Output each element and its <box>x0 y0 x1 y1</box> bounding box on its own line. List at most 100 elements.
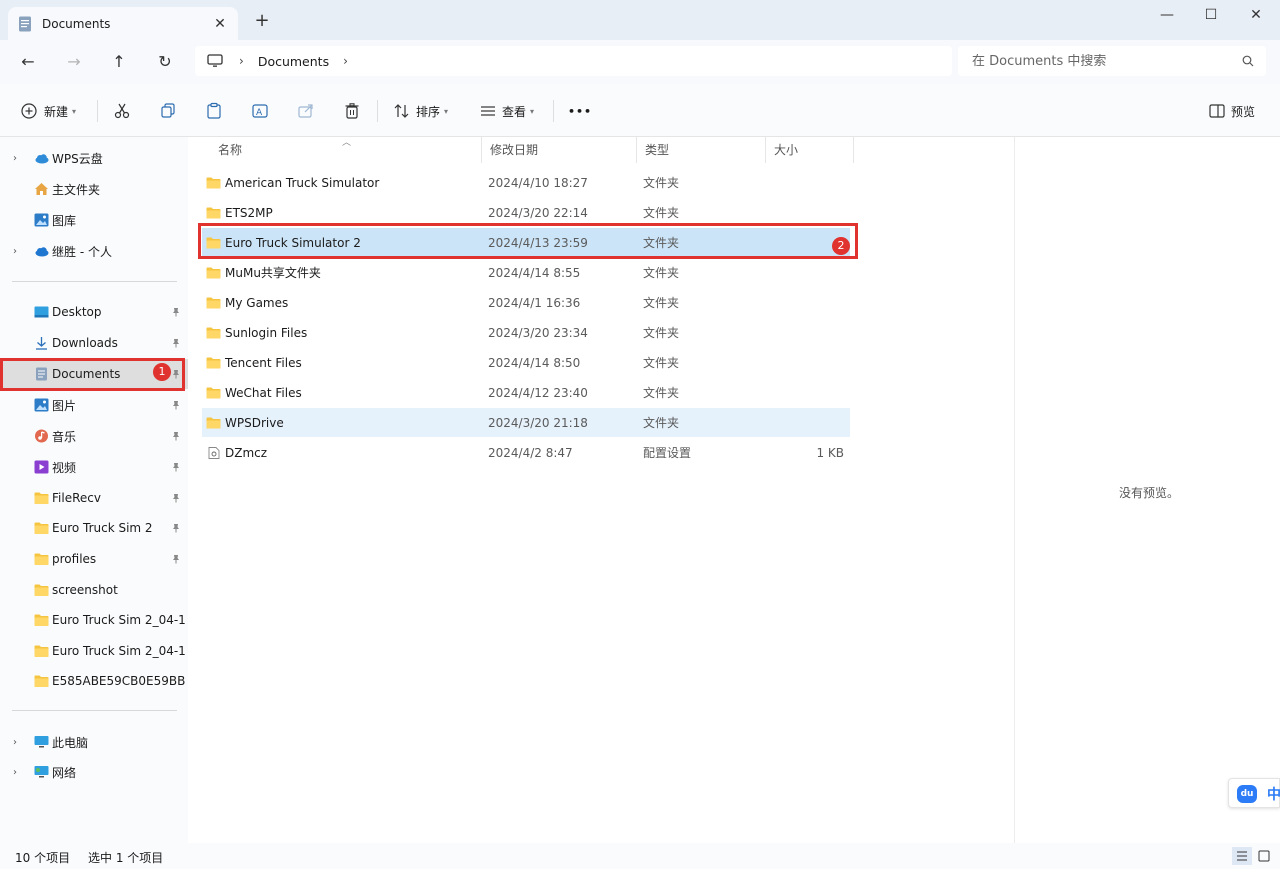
plus-circle-icon <box>21 103 37 119</box>
status-bar: 10 个项目 选中 1 个项目 <box>0 843 1280 869</box>
search-box[interactable] <box>958 46 1266 76</box>
breadcrumb-chevron-icon[interactable]: › <box>343 54 348 68</box>
sidebar-item-ets2-04-12[interactable]: Euro Truck Sim 2_04-12- <box>0 605 188 635</box>
file-row-hover[interactable]: WPSDrive 2024/3/20 21:18 文件夹 <box>202 408 850 437</box>
search-input[interactable] <box>972 53 1242 69</box>
toolbar-divider <box>97 100 98 122</box>
sidebar-item-this-pc[interactable]: › 此电脑 <box>0 727 188 757</box>
pin-icon[interactable] <box>171 431 181 441</box>
sidebar-item-downloads[interactable]: Downloads <box>0 328 188 358</box>
this-pc-icon <box>34 736 49 748</box>
up-button[interactable]: ↑ <box>105 50 133 74</box>
clipboard-icon <box>207 102 221 119</box>
toolbar-divider <box>553 100 554 122</box>
sidebar-item-label: screenshot <box>52 583 118 597</box>
column-header-type[interactable]: 类型 <box>637 137 766 163</box>
item-count: 10 个项目 <box>15 851 71 865</box>
folder-icon <box>34 614 49 626</box>
sort-button[interactable]: 排序 ▾ <box>393 97 448 125</box>
folder-icon <box>34 492 49 504</box>
sidebar-item-videos[interactable]: 视频 <box>0 452 188 482</box>
column-header-name[interactable]: 名称 <box>210 137 482 163</box>
address-bar[interactable]: › Documents › <box>195 46 952 76</box>
file-date: 2024/4/1 16:36 <box>488 295 581 310</box>
file-name: DZmcz <box>225 445 268 460</box>
close-window-button[interactable]: ✕ <box>1233 4 1279 26</box>
chevron-down-icon: ▾ <box>530 106 535 116</box>
pin-icon[interactable] <box>171 462 181 472</box>
forward-button[interactable]: → <box>60 50 88 74</box>
file-type: 文件夹 <box>643 206 680 220</box>
new-tab-button[interactable]: + <box>252 11 272 31</box>
file-row[interactable]: American Truck Simulator 2024/4/10 18:27… <box>202 168 850 197</box>
sidebar-item-music[interactable]: 音乐 <box>0 421 188 451</box>
file-row[interactable]: MuMu共享文件夹 2024/4/14 8:55 文件夹 <box>202 258 850 287</box>
sidebar-item-profiles[interactable]: profiles <box>0 544 188 574</box>
sidebar-item-e585abe[interactable]: E585ABE59CB0E59BBEE <box>0 666 188 696</box>
tab-close-icon[interactable]: ✕ <box>212 16 228 32</box>
sidebar-item-onedrive[interactable]: › 继胜 - 个人 <box>0 236 188 266</box>
command-bar: 新建 ▾ A 排序 ▾ 查看 ▾ ••• 预览 <box>0 84 1280 137</box>
sidebar-item-screenshot[interactable]: screenshot <box>0 575 188 605</box>
file-type: 文件夹 <box>643 296 680 310</box>
column-header-modified[interactable]: 修改日期 <box>482 137 637 163</box>
share-button[interactable] <box>297 97 315 125</box>
sidebar-item-pictures[interactable]: 图片 <box>0 390 188 420</box>
file-name: MuMu共享文件夹 <box>225 266 321 280</box>
breadcrumb-chevron-icon[interactable]: › <box>239 54 244 68</box>
minimize-button[interactable]: — <box>1144 4 1190 26</box>
view-button[interactable]: 查看 ▾ <box>479 97 534 125</box>
video-icon <box>34 460 49 474</box>
back-button[interactable]: ← <box>14 50 42 74</box>
pin-icon[interactable] <box>171 493 181 503</box>
sidebar-item-label: Downloads <box>52 336 118 350</box>
pin-icon[interactable] <box>171 307 181 317</box>
more-options-button[interactable]: ••• <box>568 97 592 125</box>
pin-icon[interactable] <box>171 523 181 533</box>
preview-pane-button[interactable]: 预览 <box>1208 97 1255 125</box>
chevron-right-icon[interactable]: › <box>13 246 17 257</box>
refresh-button[interactable]: ↻ <box>151 50 179 74</box>
chevron-right-icon[interactable]: › <box>13 737 17 748</box>
file-row[interactable]: DZmcz 2024/4/2 8:47 配置设置 1 KB <box>202 438 850 467</box>
sidebar-item-desktop[interactable]: Desktop <box>0 297 188 327</box>
cut-button[interactable] <box>113 97 131 125</box>
file-row[interactable]: Tencent Files 2024/4/14 8:50 文件夹 <box>202 348 850 377</box>
sidebar-item-wps-cloud[interactable]: › WPS云盘 <box>0 143 188 173</box>
details-view-icon[interactable] <box>1232 847 1252 865</box>
paste-button[interactable] <box>205 97 223 125</box>
new-button[interactable]: 新建 ▾ <box>20 97 76 125</box>
pin-icon[interactable] <box>171 400 181 410</box>
tiles-view-icon[interactable] <box>1254 847 1274 865</box>
sidebar-item-euro-truck-sim-2[interactable]: Euro Truck Sim 2 <box>0 513 188 543</box>
sidebar-item-home[interactable]: 主文件夹 <box>0 174 188 204</box>
ime-indicator[interactable]: du 中 <box>1228 778 1280 808</box>
sidebar-item-gallery[interactable]: 图库 <box>0 205 188 235</box>
sidebar-item-ets2-04-13[interactable]: Euro Truck Sim 2_04-13- <box>0 636 188 666</box>
tab-documents[interactable]: Documents ✕ <box>8 7 238 40</box>
chevron-right-icon[interactable]: › <box>13 153 17 164</box>
folder-icon <box>206 267 221 278</box>
file-row[interactable]: WeChat Files 2024/4/12 23:40 文件夹 <box>202 378 850 407</box>
pin-icon[interactable] <box>171 554 181 564</box>
search-icon[interactable] <box>1242 55 1254 67</box>
breadcrumb-documents[interactable]: Documents <box>258 54 329 69</box>
column-header-size[interactable]: 大小 <box>766 137 854 163</box>
copy-button[interactable] <box>159 97 177 125</box>
maximize-button[interactable]: ☐ <box>1188 4 1234 26</box>
file-date: 2024/4/12 23:40 <box>488 385 588 400</box>
folder-icon <box>206 357 221 368</box>
sidebar-item-network[interactable]: › 网络 <box>0 757 188 787</box>
folder-icon <box>206 177 221 188</box>
chevron-down-icon: ▾ <box>72 106 77 116</box>
file-type: 文件夹 <box>643 416 680 430</box>
rename-button[interactable]: A <box>251 97 269 125</box>
pin-icon[interactable] <box>171 338 181 348</box>
sidebar-item-filerecv[interactable]: FileRecv <box>0 483 188 513</box>
network-icon <box>34 766 49 778</box>
delete-button[interactable] <box>343 97 361 125</box>
file-date: 2024/3/20 22:14 <box>488 205 588 220</box>
chevron-right-icon[interactable]: › <box>13 767 17 778</box>
file-row[interactable]: My Games 2024/4/1 16:36 文件夹 <box>202 288 850 317</box>
file-row[interactable]: Sunlogin Files 2024/3/20 23:34 文件夹 <box>202 318 850 347</box>
